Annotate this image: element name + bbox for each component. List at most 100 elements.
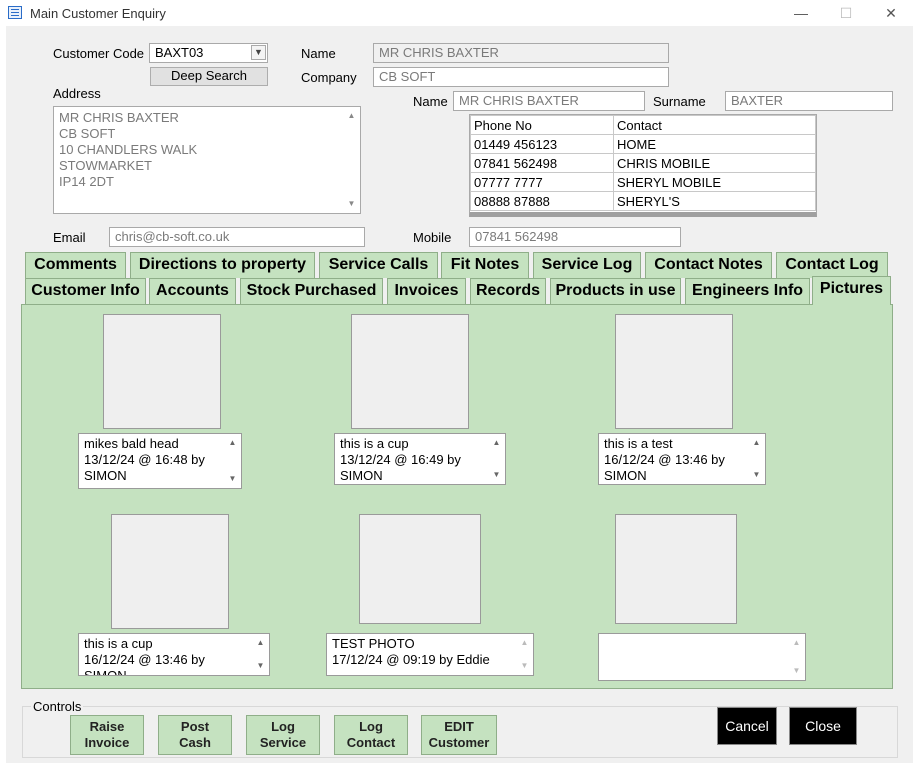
caption-scrollbar[interactable]: ▲ ▼ — [517, 635, 532, 674]
caption-scrollbar[interactable]: ▲ ▼ — [253, 635, 268, 674]
picture-thumbnail[interactable] — [351, 314, 469, 429]
caption-scrollbar[interactable]: ▲ ▼ — [749, 435, 764, 483]
scroll-down-icon[interactable]: ▼ — [749, 469, 764, 481]
caption-text: this is a test 16/12/24 @ 13:46 by SIMON — [604, 436, 725, 483]
surname-field[interactable]: BAXTER — [725, 91, 893, 111]
address-line: 10 CHANDLERS WALK — [59, 142, 198, 157]
tab-comments[interactable]: Comments — [25, 252, 126, 278]
scroll-down-icon[interactable]: ▼ — [225, 473, 240, 485]
phone-cell: 07841 562498 — [470, 153, 614, 173]
button-line: Post — [180, 719, 210, 734]
log-contact-button[interactable]: Log Contact — [334, 715, 408, 755]
table-row[interactable]: 08888 87888 SHERYL'S — [470, 191, 816, 211]
log-service-button[interactable]: Log Service — [246, 715, 320, 755]
customer-code-label: Customer Code — [53, 46, 145, 61]
scroll-up-icon[interactable]: ▲ — [489, 437, 504, 449]
customer-code-value: BAXT03 — [155, 45, 204, 60]
cancel-button[interactable]: Cancel — [717, 707, 777, 745]
window-title: Main Customer Enquiry — [30, 6, 166, 21]
maximize-icon[interactable]: ☐ — [838, 5, 854, 21]
picture-thumbnail[interactable] — [359, 514, 481, 624]
picture-caption[interactable]: this is a test 16/12/24 @ 13:46 by SIMON… — [598, 433, 766, 485]
button-line: Service — [259, 735, 307, 750]
tab-directions-to-property[interactable]: Directions to property — [130, 252, 315, 278]
name-label: Name — [301, 46, 336, 61]
table-row[interactable]: 01449 456123 HOME — [470, 134, 816, 154]
scroll-down-icon[interactable]: ▼ — [489, 469, 504, 481]
table-row[interactable]: 07777 7777 SHERYL MOBILE — [470, 172, 816, 192]
tab-service-log[interactable]: Service Log — [533, 252, 641, 278]
tab-service-calls[interactable]: Service Calls — [319, 252, 438, 278]
address-textarea[interactable]: MR CHRIS BAXTER CB SOFT 10 CHANDLERS WAL… — [53, 106, 361, 214]
mobile-field[interactable]: 07841 562498 — [469, 227, 681, 247]
raise-invoice-button[interactable]: Raise Invoice — [70, 715, 144, 755]
customer-code-combo[interactable]: BAXT03 ▼ — [149, 43, 268, 63]
close-icon[interactable]: ✕ — [883, 5, 899, 21]
scroll-up-icon[interactable]: ▲ — [253, 637, 268, 649]
picture-thumbnail[interactable] — [615, 314, 733, 429]
tab-pictures[interactable]: Pictures — [812, 276, 891, 305]
scroll-down-icon[interactable]: ▼ — [344, 198, 359, 210]
phone-cell: 01449 456123 — [470, 134, 614, 154]
chevron-down-icon[interactable]: ▼ — [251, 45, 266, 60]
picture-caption[interactable]: mikes bald head 13/12/24 @ 16:48 by SIMO… — [78, 433, 242, 489]
name-field[interactable]: MR CHRIS BAXTER — [373, 43, 669, 63]
contact-name-field[interactable]: MR CHRIS BAXTER — [453, 91, 645, 111]
deep-search-button[interactable]: Deep Search — [150, 67, 268, 86]
mobile-label: Mobile — [413, 230, 452, 245]
picture-caption[interactable]: TEST PHOTO 17/12/24 @ 09:19 by Eddie ▲ ▼ — [326, 633, 534, 676]
address-scrollbar[interactable]: ▲ ▼ — [344, 108, 359, 212]
caption-scrollbar[interactable]: ▲ ▼ — [225, 435, 240, 487]
surname-label: Surname — [653, 94, 706, 109]
scroll-up-icon[interactable]: ▲ — [749, 437, 764, 449]
edit-customer-button[interactable]: EDIT Customer — [421, 715, 497, 755]
column-header-phone[interactable]: Phone No — [470, 115, 614, 135]
scroll-down-icon[interactable]: ▼ — [517, 660, 532, 672]
address-label: Address — [53, 86, 101, 101]
contact-cell: SHERYL'S — [613, 191, 816, 211]
table-header-row: Phone No Contact — [470, 115, 816, 135]
phone-cell: 08888 87888 — [470, 191, 614, 211]
scroll-up-icon[interactable]: ▲ — [344, 110, 359, 122]
scroll-down-icon[interactable]: ▼ — [789, 665, 804, 677]
caption-scrollbar[interactable]: ▲ ▼ — [489, 435, 504, 483]
caption-scrollbar[interactable]: ▲ ▼ — [789, 635, 804, 679]
controls-label: Controls — [31, 699, 84, 714]
tab-engineers-info[interactable]: Engineers Info — [685, 278, 810, 304]
tab-contact-log[interactable]: Contact Log — [776, 252, 888, 278]
column-header-contact[interactable]: Contact — [613, 115, 816, 135]
phone-cell: 07777 7777 — [470, 172, 614, 192]
company-field[interactable]: CB SOFT — [373, 67, 669, 87]
scroll-down-icon[interactable]: ▼ — [253, 660, 268, 672]
minimize-icon[interactable]: — — [793, 5, 809, 21]
picture-caption[interactable]: this is a cup 16/12/24 @ 13:46 by SIMON … — [78, 633, 270, 676]
contact-cell: SHERYL MOBILE — [613, 172, 816, 192]
phones-table-container: Phone No Contact 01449 456123 HOME 07841… — [469, 114, 817, 217]
tab-stock-purchased[interactable]: Stock Purchased — [240, 278, 383, 304]
picture-caption[interactable]: this is a cup 13/12/24 @ 16:49 by SIMON … — [334, 433, 506, 485]
tab-customer-info[interactable]: Customer Info — [25, 278, 146, 304]
picture-caption[interactable]: ▲ ▼ — [598, 633, 806, 681]
tab-contact-notes[interactable]: Contact Notes — [645, 252, 772, 278]
email-label: Email — [53, 230, 86, 245]
scroll-up-icon[interactable]: ▲ — [517, 637, 532, 649]
scroll-up-icon[interactable]: ▲ — [789, 637, 804, 649]
tab-invoices[interactable]: Invoices — [387, 278, 466, 304]
tab-products-in-use[interactable]: Products in use — [550, 278, 681, 304]
close-button[interactable]: Close — [789, 707, 857, 745]
button-line: EDIT — [444, 719, 474, 734]
caption-text: this is a cup 13/12/24 @ 16:49 by SIMON — [340, 436, 461, 483]
tab-records[interactable]: Records — [470, 278, 546, 304]
tab-fit-notes[interactable]: Fit Notes — [441, 252, 529, 278]
picture-thumbnail[interactable] — [615, 514, 737, 624]
address-line: CB SOFT — [59, 126, 116, 141]
title-bar: Main Customer Enquiry — ☐ ✕ — [0, 0, 919, 26]
scroll-up-icon[interactable]: ▲ — [225, 437, 240, 449]
table-row[interactable]: 07841 562498 CHRIS MOBILE — [470, 153, 816, 173]
picture-thumbnail[interactable] — [103, 314, 221, 429]
post-cash-button[interactable]: Post Cash — [158, 715, 232, 755]
address-line: STOWMARKET — [59, 158, 152, 173]
tab-accounts[interactable]: Accounts — [149, 278, 236, 304]
email-field[interactable]: chris@cb-soft.co.uk — [109, 227, 365, 247]
picture-thumbnail[interactable] — [111, 514, 229, 629]
